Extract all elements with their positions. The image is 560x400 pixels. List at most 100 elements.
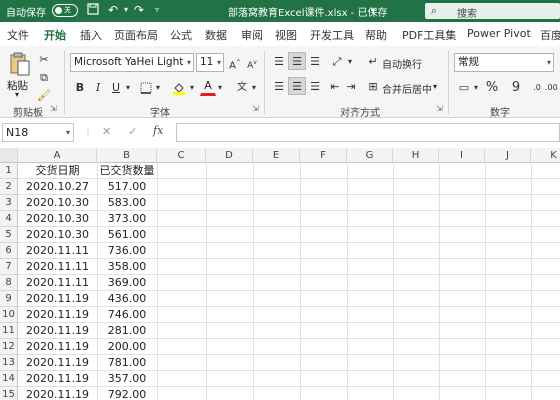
row-header[interactable]: 13 [0, 355, 18, 371]
align-center-icon[interactable]: ☰ [288, 77, 306, 95]
row-header[interactable]: 14 [0, 371, 18, 387]
cell-a[interactable]: 交货日期 [18, 163, 97, 179]
wrap-text-icon[interactable]: ↵ [366, 52, 380, 70]
cell-b[interactable]: 281.00 [97, 323, 157, 339]
row-header[interactable]: 10 [0, 307, 18, 323]
tab-power-pivot[interactable]: Power Pivot [467, 27, 531, 40]
cell-b[interactable]: 781.00 [97, 355, 157, 371]
tab-data[interactable]: 数据 [205, 27, 227, 43]
undo-icon[interactable]: ↶ [106, 3, 120, 17]
number-format-select[interactable]: 常规 ▾ [454, 53, 554, 72]
search-box[interactable]: ⌕ 搜索 [425, 3, 560, 20]
cell-a[interactable]: 2020.11.19 [18, 291, 97, 307]
tab-home[interactable]: 开始 [44, 27, 66, 43]
comma-style-button[interactable]: 9 [508, 78, 524, 96]
title-dropdown-icon[interactable]: ▾ [371, 6, 375, 15]
font-name-select[interactable]: Microsoft YaHei Light ▾ [70, 53, 194, 72]
cut-icon[interactable]: ✂ [36, 50, 52, 68]
align-middle-icon[interactable]: ☰ [288, 52, 306, 70]
row-header[interactable]: 11 [0, 323, 18, 339]
column-header-c[interactable]: C [157, 148, 206, 163]
cell-b[interactable]: 373.00 [97, 211, 157, 227]
phonetic-button[interactable]: 文 [234, 78, 250, 96]
cell-b[interactable]: 358.00 [97, 259, 157, 275]
column-header-j[interactable]: J [485, 148, 531, 163]
merge-center-button[interactable]: 合并后居中 [382, 81, 432, 96]
column-header-b[interactable]: B [97, 148, 157, 163]
alignment-launcher-icon[interactable]: ⇲ [436, 104, 443, 113]
clipboard-launcher-icon[interactable]: ⇲ [50, 104, 57, 113]
cell-b[interactable]: 517.00 [97, 179, 157, 195]
tab-view[interactable]: 视图 [275, 27, 297, 43]
font-color-button[interactable]: A [200, 78, 216, 96]
increase-font-icon[interactable]: A^ [227, 53, 243, 71]
align-top-icon[interactable]: ☰ [270, 52, 288, 70]
tab-pdf-tools[interactable]: PDF工具集 [402, 27, 456, 43]
formula-bar-grip-icon[interactable]: ⋮ [84, 127, 92, 136]
decrease-decimal-icon[interactable]: .00 [544, 78, 558, 96]
name-box[interactable]: N18 ▾ [2, 123, 74, 142]
cell-a[interactable]: 2020.10.27 [18, 179, 97, 195]
wrap-text-button[interactable]: 自动换行 [382, 56, 422, 71]
bold-button[interactable]: B [72, 78, 88, 96]
cell-a[interactable]: 2020.10.30 [18, 211, 97, 227]
phonetic-dropdown-icon[interactable]: ▾ [250, 78, 258, 96]
align-left-icon[interactable]: ☰ [270, 77, 288, 95]
row-header[interactable]: 12 [0, 339, 18, 355]
row-header[interactable]: 4 [0, 211, 18, 227]
cell-b[interactable]: 357.00 [97, 371, 157, 387]
underline-button[interactable]: U [108, 78, 124, 96]
tab-file[interactable]: 文件 [7, 27, 29, 43]
save-icon[interactable] [86, 3, 100, 17]
tab-baidu[interactable]: 百度网 [540, 27, 560, 43]
font-launcher-icon[interactable]: ⇲ [252, 104, 259, 113]
cell-b[interactable]: 561.00 [97, 227, 157, 243]
accounting-dropdown-icon[interactable]: ▾ [472, 78, 480, 96]
column-header-h[interactable]: H [393, 148, 439, 163]
cell-a[interactable]: 2020.11.19 [18, 307, 97, 323]
column-header-i[interactable]: I [439, 148, 485, 163]
cell-a[interactable]: 2020.11.11 [18, 243, 97, 259]
align-bottom-icon[interactable]: ☰ [306, 52, 324, 70]
merge-dropdown-icon[interactable]: ▾ [433, 82, 437, 91]
format-painter-icon[interactable]: 🖌 [36, 86, 52, 104]
column-header-d[interactable]: D [206, 148, 253, 163]
borders-icon[interactable] [138, 78, 154, 96]
increase-decimal-icon[interactable]: .0 [530, 78, 544, 96]
cell-a[interactable]: 2020.10.30 [18, 227, 97, 243]
accounting-format-icon[interactable]: ▭ [456, 78, 472, 96]
cell-b[interactable]: 583.00 [97, 195, 157, 211]
borders-dropdown-icon[interactable]: ▾ [154, 78, 162, 96]
row-header[interactable]: 7 [0, 259, 18, 275]
orientation-dropdown-icon[interactable]: ▾ [346, 52, 354, 70]
tab-formulas[interactable]: 公式 [170, 27, 192, 43]
tab-insert[interactable]: 插入 [80, 27, 102, 43]
increase-indent-icon[interactable]: ⇥ [344, 77, 358, 95]
tab-developer[interactable]: 开发工具 [310, 27, 354, 43]
tab-review[interactable]: 审阅 [241, 27, 263, 43]
cell-a[interactable]: 2020.11.19 [18, 339, 97, 355]
column-header-g[interactable]: G [347, 148, 393, 163]
insert-function-button[interactable]: fx [153, 124, 163, 137]
cell-b[interactable]: 已交货数量 [97, 163, 157, 179]
column-header-k[interactable]: K [531, 148, 560, 163]
underline-dropdown-icon[interactable]: ▾ [124, 78, 132, 96]
fill-color-icon[interactable] [170, 78, 188, 96]
copy-icon[interactable]: ⧉ [36, 68, 52, 86]
row-header[interactable]: 3 [0, 195, 18, 211]
redo-icon[interactable]: ↷ [132, 3, 146, 17]
cell-a[interactable]: 2020.11.11 [18, 259, 97, 275]
cell-b[interactable]: 746.00 [97, 307, 157, 323]
column-header-a[interactable]: A [18, 148, 97, 163]
cell-b[interactable]: 200.00 [97, 339, 157, 355]
row-header[interactable]: 6 [0, 243, 18, 259]
cell-b[interactable]: 736.00 [97, 243, 157, 259]
font-size-select[interactable]: 11 ▾ [196, 53, 224, 72]
orientation-icon[interactable]: ⤢ [328, 52, 346, 70]
cell-b[interactable]: 436.00 [97, 291, 157, 307]
cell-a[interactable]: 2020.11.19 [18, 323, 97, 339]
cell-a[interactable]: 2020.11.19 [18, 387, 97, 400]
cell-a[interactable]: 2020.11.11 [18, 275, 97, 291]
column-header-e[interactable]: E [253, 148, 300, 163]
merge-center-icon[interactable]: ⊞ [366, 77, 380, 95]
